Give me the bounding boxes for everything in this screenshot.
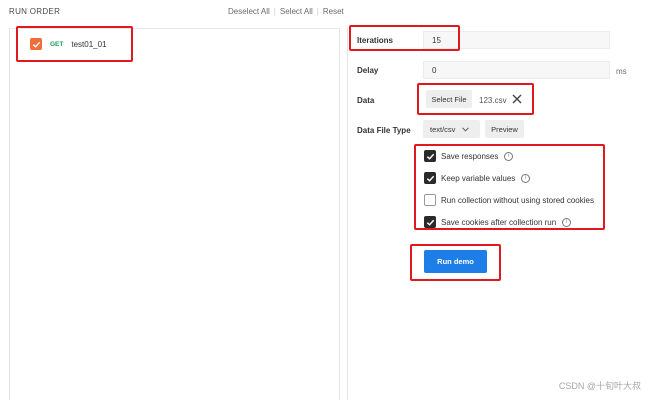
check-icon bbox=[32, 41, 40, 48]
iterations-value: 15 bbox=[432, 35, 441, 45]
deselect-all-link[interactable]: Deselect All bbox=[228, 7, 270, 16]
data-file-type-label: Data File Type bbox=[357, 126, 411, 135]
separator: | bbox=[273, 7, 276, 16]
option-checkbox[interactable] bbox=[424, 194, 436, 206]
run-order-panel bbox=[9, 28, 340, 400]
option-label: Save responses bbox=[441, 151, 499, 161]
delay-input[interactable]: 0 bbox=[423, 61, 610, 79]
run-order-title: RUN ORDER bbox=[9, 7, 61, 16]
separator: | bbox=[316, 7, 319, 16]
request-checkbox[interactable] bbox=[30, 38, 42, 50]
file-name: 123.csv bbox=[479, 96, 507, 105]
iterations-label: Iterations bbox=[357, 36, 394, 45]
chevron-down-icon bbox=[462, 126, 470, 132]
delay-unit: ms bbox=[616, 67, 627, 76]
data-file-type-select[interactable]: text/csv bbox=[423, 120, 480, 138]
request-name: test01_01 bbox=[71, 39, 107, 49]
toolbar-links: Deselect All | Select All | Reset bbox=[228, 7, 344, 16]
data-file-type-value: text/csv bbox=[430, 124, 456, 134]
run-button[interactable]: Run demo bbox=[424, 250, 487, 273]
watermark: CSDN @十旬叶大叔 bbox=[558, 381, 641, 391]
method-badge: GET bbox=[50, 40, 64, 48]
iterations-input[interactable]: 15 bbox=[423, 31, 610, 49]
delay-value: 0 bbox=[432, 65, 437, 75]
option-label: Run collection without using stored cook… bbox=[441, 195, 594, 205]
close-icon bbox=[512, 94, 522, 104]
info-icon[interactable]: i bbox=[521, 173, 531, 183]
check-icon bbox=[426, 219, 434, 226]
option-save-cookies[interactable]: Save cookies after collection run i bbox=[424, 216, 572, 228]
option-checkbox[interactable] bbox=[424, 150, 436, 162]
info-icon[interactable]: i bbox=[562, 217, 572, 227]
preview-button[interactable]: Preview bbox=[485, 120, 524, 138]
delay-label: Delay bbox=[357, 66, 379, 75]
option-keep-variable-values[interactable]: Keep variable values i bbox=[424, 172, 531, 184]
panel-divider bbox=[347, 28, 348, 400]
select-file-button[interactable]: Select File bbox=[426, 90, 472, 108]
request-item[interactable]: GET test01_01 bbox=[30, 38, 107, 50]
option-checkbox[interactable] bbox=[424, 172, 436, 184]
option-label: Keep variable values bbox=[441, 173, 516, 183]
option-run-without-cookies[interactable]: Run collection without using stored cook… bbox=[424, 194, 594, 206]
check-icon bbox=[426, 175, 434, 182]
check-icon bbox=[426, 153, 434, 160]
reset-link[interactable]: Reset bbox=[323, 7, 344, 16]
option-label: Save cookies after collection run bbox=[441, 217, 557, 227]
option-checkbox[interactable] bbox=[424, 216, 436, 228]
info-icon[interactable]: i bbox=[504, 151, 514, 161]
select-all-link[interactable]: Select All bbox=[280, 7, 313, 16]
option-save-responses[interactable]: Save responses i bbox=[424, 150, 514, 162]
remove-file-icon[interactable] bbox=[512, 94, 522, 104]
data-label: Data bbox=[357, 96, 375, 105]
